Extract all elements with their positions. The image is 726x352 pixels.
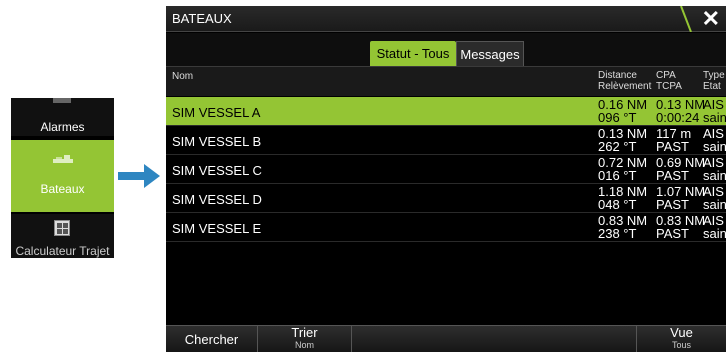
view-value: Tous bbox=[671, 340, 691, 350]
dialog-title-bar: BATEAUX ✕ bbox=[166, 6, 726, 32]
view-button[interactable]: Vue Tous bbox=[636, 326, 726, 352]
cpa-tcpa: 117 m PAST bbox=[656, 126, 692, 154]
column-header-distance[interactable]: Distance Relèvement bbox=[598, 70, 651, 92]
close-button[interactable]: ✕ bbox=[680, 6, 726, 32]
sort-label: Trier bbox=[291, 325, 318, 340]
cpa-tcpa: 1.07 NM PAST bbox=[656, 184, 706, 212]
arrow-right-icon bbox=[118, 164, 160, 188]
tab-messages[interactable]: Messages bbox=[456, 41, 524, 66]
vessel-icon bbox=[53, 155, 73, 163]
type-state: AIS sain bbox=[703, 155, 726, 183]
sidebar-item-label: Bateaux bbox=[40, 182, 85, 196]
vessel-name: SIM VESSEL A bbox=[172, 105, 261, 120]
type-state: AIS sain bbox=[703, 126, 726, 154]
column-header-name[interactable]: Nom bbox=[172, 71, 193, 82]
footer-toolbar: Chercher Trier Nom Vue Tous bbox=[166, 325, 726, 352]
sidebar-menu: Alarmes Bateaux Calculateur Trajet bbox=[11, 98, 114, 258]
type-state: AIS sain bbox=[703, 213, 726, 241]
table-row[interactable]: SIM VESSEL D 1.18 NM 048 °T 1.07 NM PAST A… bbox=[166, 184, 726, 213]
vessel-name: SIM VESSEL D bbox=[172, 192, 262, 207]
view-label: Vue bbox=[670, 325, 693, 340]
table-row[interactable]: SIM VESSEL A 0.16 NM 096 °T 0.13 NM 0:00:2… bbox=[166, 97, 726, 126]
sort-value: Nom bbox=[294, 340, 314, 350]
sidebar-item-label: Alarmes bbox=[40, 120, 85, 134]
column-header-cpa[interactable]: CPA TCPA bbox=[656, 70, 682, 92]
vessel-name: SIM VESSEL B bbox=[172, 134, 262, 149]
dialog-title: BATEAUX bbox=[172, 11, 232, 26]
cpa-tcpa: 0.13 NM 0:00:24 bbox=[656, 97, 706, 125]
table-header: Nom Distance Relèvement CPA TCPA Type Et… bbox=[166, 66, 726, 96]
vessels-dialog: BATEAUX ✕ Statut - Tous Messages Nom Dis… bbox=[166, 6, 726, 352]
distance-bearing: 0.72 NM 016 °T bbox=[598, 155, 648, 183]
vessel-name: SIM VESSEL E bbox=[172, 221, 262, 236]
type-state: AIS sain bbox=[703, 97, 726, 125]
column-header-type[interactable]: Type Etat bbox=[703, 70, 725, 92]
divider-slash bbox=[680, 6, 692, 32]
cpa-tcpa: 0.69 NM PAST bbox=[656, 155, 706, 183]
distance-bearing: 1.18 NM 048 °T bbox=[598, 184, 648, 212]
sidebar-item-label: Calculateur Trajet bbox=[15, 244, 110, 258]
sidebar-item-trip-calculator[interactable]: Calculateur Trajet bbox=[11, 214, 114, 258]
distance-bearing: 0.16 NM 096 °T bbox=[598, 97, 648, 125]
sort-button[interactable]: Trier Nom bbox=[258, 326, 352, 352]
vessel-list: SIM VESSEL A 0.16 NM 096 °T 0.13 NM 0:00:2… bbox=[166, 97, 726, 242]
distance-bearing: 0.83 NM 238 °T bbox=[598, 213, 648, 241]
close-icon: ✕ bbox=[701, 6, 720, 31]
sidebar-item-alarms[interactable]: Alarmes bbox=[11, 98, 114, 136]
alarm-icon bbox=[53, 98, 71, 103]
tab-status-all[interactable]: Statut - Tous bbox=[370, 41, 456, 66]
table-row[interactable]: SIM VESSEL B 0.13 NM 262 °T 117 m PAST AIS… bbox=[166, 126, 726, 155]
sidebar-item-vessels[interactable]: Bateaux bbox=[11, 140, 114, 212]
tab-bar: Statut - Tous Messages bbox=[166, 33, 726, 66]
table-row[interactable]: SIM VESSEL C 0.72 NM 016 °T 0.69 NM PAST A… bbox=[166, 155, 726, 184]
cpa-tcpa: 0.83 NM PAST bbox=[656, 213, 706, 241]
distance-bearing: 0.13 NM 262 °T bbox=[598, 126, 648, 154]
type-state: AIS sain bbox=[703, 184, 726, 212]
search-button[interactable]: Chercher bbox=[166, 326, 258, 352]
vessel-name: SIM VESSEL C bbox=[172, 163, 262, 178]
calculator-icon bbox=[54, 220, 70, 236]
table-row[interactable]: SIM VESSEL E 0.83 NM 238 °T 0.83 NM PAST A… bbox=[166, 213, 726, 242]
